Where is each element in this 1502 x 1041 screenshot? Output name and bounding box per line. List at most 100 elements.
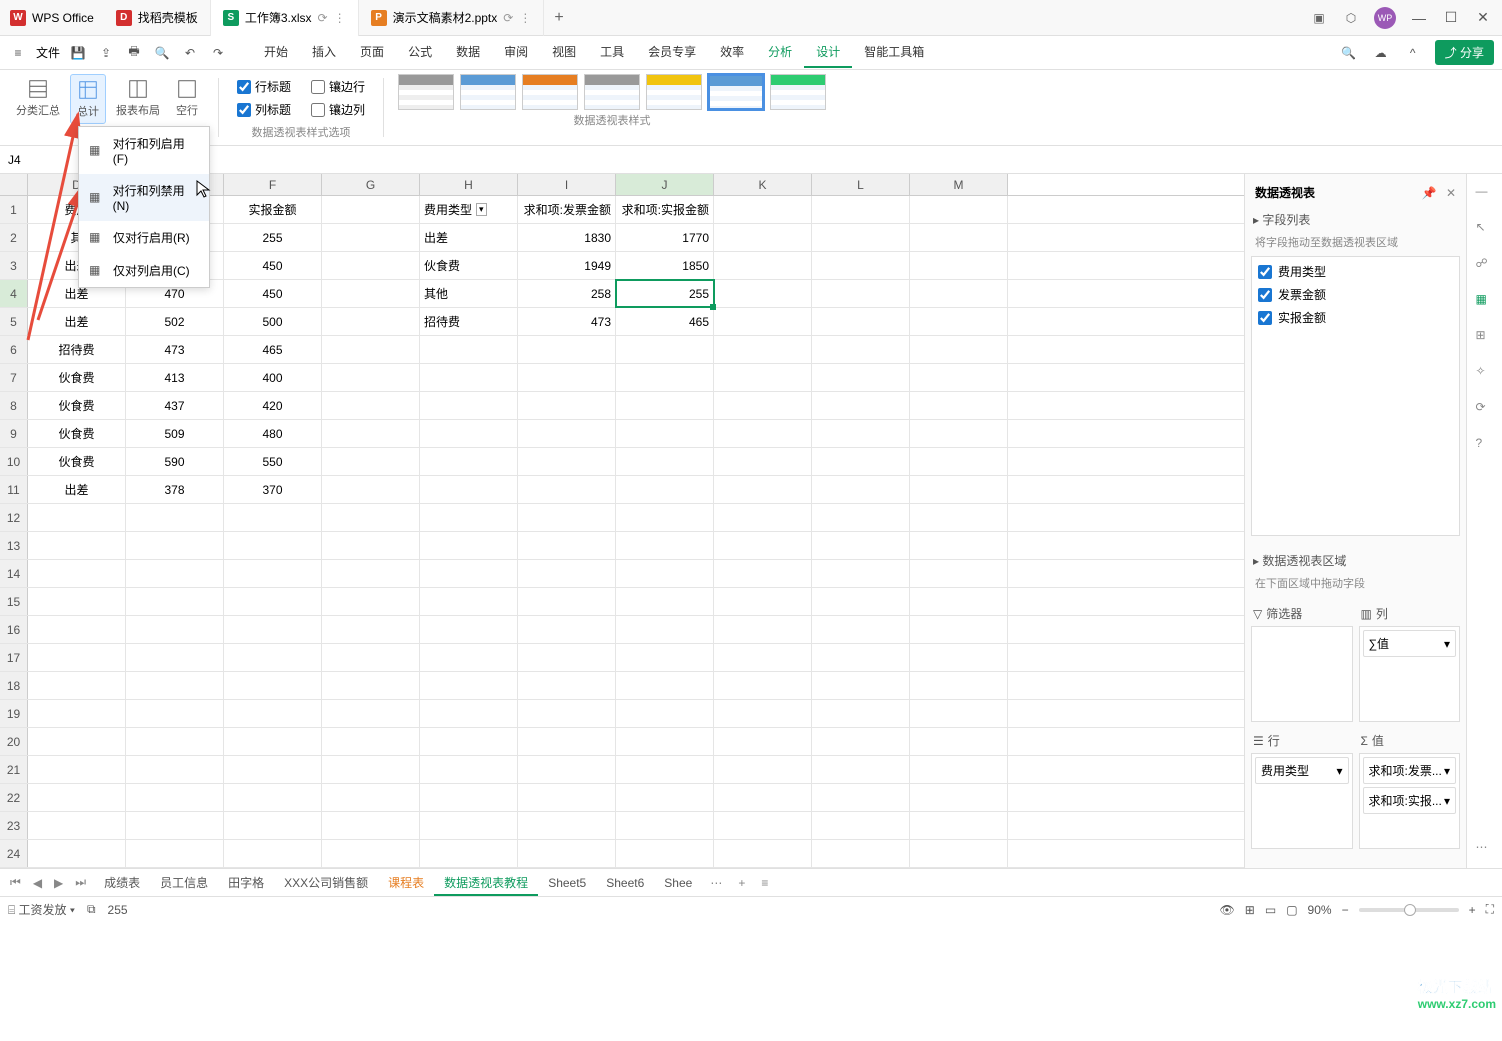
cell[interactable] xyxy=(812,644,910,671)
cell[interactable]: 出差 xyxy=(28,476,126,503)
cell[interactable] xyxy=(812,700,910,727)
cell[interactable] xyxy=(910,420,1008,447)
row-header[interactable]: 14 xyxy=(0,560,28,587)
cell[interactable] xyxy=(910,700,1008,727)
col-header-checkbox[interactable]: 列标题 xyxy=(237,101,291,118)
cell[interactable] xyxy=(518,812,616,839)
close-icon[interactable]: ⋮ xyxy=(519,11,531,25)
row-header[interactable]: 9 xyxy=(0,420,28,447)
menu-tab-公式[interactable]: 公式 xyxy=(396,37,444,68)
cell[interactable] xyxy=(714,812,812,839)
menu-tab-智能工具箱[interactable]: 智能工具箱 xyxy=(852,37,936,68)
cell[interactable] xyxy=(322,644,420,671)
cell[interactable]: 出差 xyxy=(420,224,518,251)
cell[interactable]: 502 xyxy=(126,308,224,335)
field-list-box[interactable]: 费用类型发票金额实报金额 xyxy=(1251,256,1460,536)
row-chip[interactable]: 费用类型▾ xyxy=(1255,757,1349,784)
tab-sync-icon[interactable]: ⟳ xyxy=(503,11,513,25)
cell[interactable] xyxy=(714,840,812,867)
column-chip[interactable]: ∑值▾ xyxy=(1363,630,1457,657)
cell[interactable] xyxy=(420,700,518,727)
add-sheet-button[interactable]: + xyxy=(730,876,753,890)
cell[interactable] xyxy=(616,588,714,615)
cell[interactable] xyxy=(910,784,1008,811)
cell[interactable] xyxy=(322,588,420,615)
cell[interactable]: 求和项:实报金额 xyxy=(616,196,714,223)
cell[interactable] xyxy=(420,336,518,363)
cloud-icon[interactable]: ☁ xyxy=(1371,43,1391,63)
file-menu[interactable]: 文件 xyxy=(36,44,60,61)
row-header[interactable]: 21 xyxy=(0,756,28,783)
cell[interactable]: 伙食费 xyxy=(28,448,126,475)
cell[interactable]: 其他 xyxy=(420,280,518,307)
cell[interactable] xyxy=(126,840,224,867)
dropdown-item[interactable]: ▦对行和列禁用(N) xyxy=(79,174,209,221)
cell[interactable]: 1830 xyxy=(518,224,616,251)
cell[interactable] xyxy=(714,616,812,643)
row-header[interactable]: 11 xyxy=(0,476,28,503)
sheet-next-button[interactable]: ▶ xyxy=(50,876,67,890)
row-header[interactable]: 18 xyxy=(0,672,28,699)
maximize-button[interactable]: ☐ xyxy=(1442,9,1460,27)
tab-presentation[interactable]: P 演示文稿素材2.pptx ⟳ ⋮ xyxy=(359,0,545,36)
formula-input[interactable]: 255 xyxy=(182,153,1502,167)
row-header[interactable]: 1 xyxy=(0,196,28,223)
style-option[interactable] xyxy=(522,74,578,110)
close-panel-icon[interactable]: ✕ xyxy=(1446,186,1456,200)
menu-tab-开始[interactable]: 开始 xyxy=(252,37,300,68)
cell[interactable] xyxy=(812,756,910,783)
value-chip[interactable]: 求和项:实报...▾ xyxy=(1363,787,1457,814)
cell[interactable] xyxy=(518,728,616,755)
cell[interactable] xyxy=(616,504,714,531)
cell[interactable] xyxy=(518,784,616,811)
cell[interactable] xyxy=(616,672,714,699)
sheet-tab[interactable]: 课程表 xyxy=(378,872,434,894)
sheet-list-icon[interactable]: ⋯ xyxy=(706,876,726,890)
cell[interactable]: 413 xyxy=(126,364,224,391)
cell[interactable] xyxy=(420,784,518,811)
cell[interactable] xyxy=(616,476,714,503)
row-header[interactable]: 17 xyxy=(0,644,28,671)
cell[interactable] xyxy=(420,812,518,839)
cell[interactable] xyxy=(322,364,420,391)
cell[interactable] xyxy=(322,812,420,839)
cell[interactable]: 400 xyxy=(224,364,322,391)
cell[interactable] xyxy=(224,672,322,699)
cell[interactable] xyxy=(910,224,1008,251)
cell[interactable]: 1949 xyxy=(518,252,616,279)
cell[interactable] xyxy=(714,504,812,531)
help-icon[interactable]: ? xyxy=(1476,436,1494,454)
cell[interactable] xyxy=(420,392,518,419)
menu-tab-页面[interactable]: 页面 xyxy=(348,37,396,68)
cell[interactable]: 伙食费 xyxy=(28,392,126,419)
sheet-tab[interactable]: XXX公司销售额 xyxy=(274,872,378,894)
cell[interactable] xyxy=(28,756,126,783)
search-icon[interactable]: 🔍 xyxy=(1339,43,1359,63)
cell[interactable] xyxy=(126,756,224,783)
row-header[interactable]: 19 xyxy=(0,700,28,727)
cell[interactable] xyxy=(126,728,224,755)
dropdown-item[interactable]: ▦对行和列启用(F) xyxy=(79,127,209,174)
cell[interactable] xyxy=(518,476,616,503)
cell[interactable] xyxy=(28,672,126,699)
cell[interactable] xyxy=(28,588,126,615)
cell[interactable] xyxy=(420,672,518,699)
cell[interactable] xyxy=(28,560,126,587)
cell[interactable] xyxy=(812,504,910,531)
cell[interactable] xyxy=(812,280,910,307)
zoom-slider[interactable] xyxy=(1359,908,1459,912)
cell[interactable] xyxy=(518,532,616,559)
cell[interactable] xyxy=(420,728,518,755)
cell[interactable]: 420 xyxy=(224,392,322,419)
cell[interactable] xyxy=(420,476,518,503)
cell[interactable] xyxy=(812,252,910,279)
cell[interactable] xyxy=(28,812,126,839)
col-header[interactable]: I xyxy=(518,174,616,195)
sheet-tab[interactable]: Shee xyxy=(654,872,702,894)
menu-tab-会员专享[interactable]: 会员专享 xyxy=(636,37,708,68)
style-option[interactable] xyxy=(398,74,454,110)
cell[interactable]: 480 xyxy=(224,420,322,447)
attr-icon[interactable]: ⊞ xyxy=(1476,328,1494,346)
cell[interactable]: 伙食费 xyxy=(420,252,518,279)
menu-tab-工具[interactable]: 工具 xyxy=(588,37,636,68)
